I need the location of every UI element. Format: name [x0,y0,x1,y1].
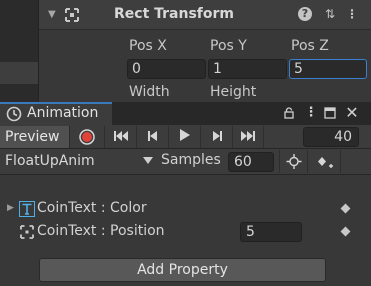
close-icon[interactable]: ✕ [344,102,360,124]
next-keyframe-icon [212,131,222,141]
pos-x-field[interactable]: 0 [127,59,206,79]
animation-clock-icon [6,106,22,122]
play-button[interactable] [168,126,200,148]
fold-arrow-icon[interactable]: ▶ [7,203,14,213]
pos-y-label: Pos Y [210,38,247,54]
tab-animation[interactable]: Animation [0,102,112,125]
menu-icon[interactable]: ⋮ [303,102,319,124]
add-event-icon [318,157,333,168]
samples-label: Samples [161,152,221,168]
rect-transform-header[interactable]: ▼ Rect Transform ? ⇅ ⋮ [39,0,371,30]
record-button[interactable] [72,126,102,148]
samples-field[interactable]: 60 [228,152,274,172]
more-icon[interactable]: ⋮ [344,6,360,22]
first-keyframe-icon [113,131,128,141]
keyframe-diamond-icon[interactable] [340,203,351,214]
prev-keyframe-icon [147,131,157,141]
clip-name: FloatUpAnim [5,153,95,169]
hierarchy-sidebar [0,0,38,106]
property-value-field[interactable]: 5 [240,222,302,242]
tab-label: Animation [27,105,99,121]
prev-keyframe-button[interactable] [136,126,168,148]
last-keyframe-icon [241,131,255,141]
inspector-panel: ▼ Rect Transform ? ⇅ ⋮ Pos X Pos Y Pos Z… [0,0,371,106]
playback-toolbar: Preview 40 [0,125,371,149]
help-icon[interactable]: ? [298,7,312,21]
add-keyframe-icon [286,154,302,169]
pos-z-label: Pos Z [291,38,329,54]
height-label: Height [210,84,257,100]
next-keyframe-button[interactable] [200,126,232,148]
property-label: CoinText : Position [37,223,165,239]
clip-dropdown[interactable]: FloatUpAnim [0,150,156,173]
property-row-position[interactable]: CoinText : Position 5 [0,221,361,243]
pos-z-field[interactable]: 5 [289,59,367,79]
pos-y-field[interactable]: 1 [208,59,287,79]
add-property-button[interactable]: Add Property [39,258,326,282]
play-icon [179,129,190,141]
preset-icon[interactable]: ⇅ [322,6,338,22]
keyframe-diamond-icon[interactable] [340,226,351,237]
animation-window: Animation ⋮ ✕ Preview 40 FloatUpAnim Sam… [0,102,371,286]
rect-transform-icon [20,225,34,239]
lock-icon[interactable] [281,102,297,124]
add-event-button[interactable] [307,150,341,173]
pos-x-label: Pos X [129,38,167,54]
hierarchy-selected-row[interactable] [0,62,38,84]
property-row-color[interactable]: ▶ CoinText : Color [0,198,361,220]
component-title: Rect Transform [114,6,235,22]
preview-button[interactable]: Preview [0,126,70,148]
clip-toolbar: FloatUpAnim Samples 60 [0,149,371,175]
frame-field[interactable]: 40 [303,127,359,147]
rect-transform-icon [65,8,79,22]
maximize-icon[interactable] [322,102,338,124]
add-keyframe-button[interactable] [279,150,307,173]
text-icon [19,201,35,217]
property-label: CoinText : Color [37,200,147,216]
width-label: Width [129,84,170,100]
first-keyframe-button[interactable] [104,126,136,148]
window-tab-bar: Animation ⋮ ✕ [0,102,371,125]
last-keyframe-button[interactable] [232,126,264,148]
chevron-down-icon [143,157,153,164]
fold-arrow-icon[interactable]: ▼ [48,9,56,20]
